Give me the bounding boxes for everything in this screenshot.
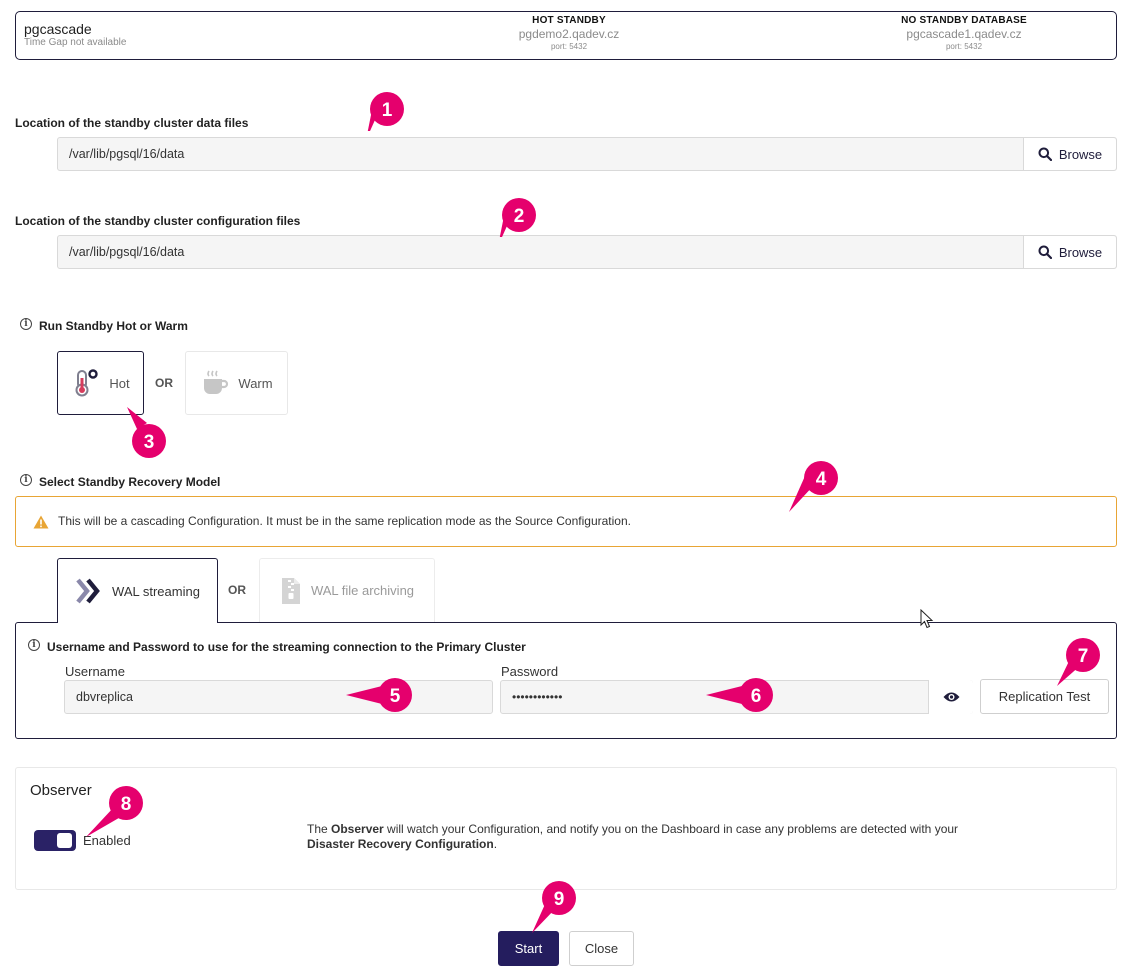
- close-button[interactable]: Close: [569, 931, 634, 966]
- annotation-marker: 4: [789, 461, 838, 512]
- marker-number: 7: [1078, 646, 1089, 667]
- annotation-marker: 1: [367, 92, 404, 131]
- search-icon: [1038, 147, 1052, 161]
- warm-option[interactable]: Warm: [185, 351, 288, 415]
- observer-description: The Observer will watch your Configurati…: [307, 822, 1097, 852]
- time-gap-text: Time Gap not available: [24, 37, 127, 48]
- hot-option-label: Hot: [109, 375, 130, 391]
- show-password-button[interactable]: [928, 680, 973, 714]
- marker-number: 5: [390, 686, 401, 707]
- double-chevron-right-icon: [76, 578, 100, 604]
- run-mode-label: Run Standby Hot or Warm: [39, 319, 188, 333]
- warning-icon: [33, 515, 49, 529]
- data-files-label: Location of the standby cluster data fil…: [15, 116, 249, 130]
- marker-number: 1: [382, 100, 393, 121]
- standby-port: port: 5432: [550, 42, 588, 51]
- marker-number: 6: [751, 686, 762, 707]
- toggle-knob: [57, 833, 72, 848]
- annotation-marker: 6: [706, 678, 773, 712]
- marker-number: 4: [816, 469, 827, 490]
- info-icon: i: [20, 318, 32, 330]
- standby-host: pgdemo2.qadev.cz: [518, 27, 620, 41]
- zip-file-icon: [281, 577, 300, 604]
- annotation-marker: 3: [127, 407, 166, 458]
- warm-option-label: Warm: [238, 375, 273, 391]
- standby-heading: HOT STANDBY: [532, 15, 606, 26]
- marker-number: 9: [554, 889, 565, 910]
- info-icon: i: [20, 474, 32, 486]
- target-port: port: 5432: [945, 42, 983, 51]
- or-label: OR: [228, 583, 246, 597]
- config-files-input[interactable]: /var/lib/pgsql/16/data: [58, 236, 1023, 268]
- marker-number: 2: [514, 206, 525, 227]
- eye-icon: [943, 692, 959, 702]
- coffee-cup-icon: [204, 370, 229, 394]
- config-files-input-group: /var/lib/pgsql/16/data Browse: [57, 235, 1117, 269]
- annotation-marker: 5: [346, 678, 412, 712]
- tab-wal-streaming-label: WAL streaming: [112, 583, 200, 599]
- search-icon: [1038, 245, 1052, 259]
- configuration-name: pgcascade: [24, 21, 92, 37]
- annotation-marker: 2: [499, 198, 536, 237]
- observer-desc-text: .: [493, 837, 498, 851]
- mouse-cursor-icon: [920, 609, 934, 629]
- data-files-input[interactable]: /var/lib/pgsql/16/data: [58, 138, 1023, 170]
- tab-wal-file-archiving-label: WAL file archiving: [310, 583, 415, 598]
- recovery-model-label: Select Standby Recovery Model: [39, 475, 221, 489]
- tab-wal-file-archiving[interactable]: WAL file archiving: [259, 558, 435, 622]
- browse-label: Browse: [1058, 146, 1103, 162]
- config-files-label: Location of the standby cluster configur…: [15, 214, 301, 228]
- or-label: OR: [155, 376, 173, 390]
- target-info: NO STANDBY DATABASE pgcascade1.qadev.cz …: [854, 15, 1074, 51]
- data-files-input-group: /var/lib/pgsql/16/data Browse: [57, 137, 1117, 171]
- start-button[interactable]: Start: [498, 931, 559, 966]
- thermometer-icon: [75, 369, 99, 397]
- username-label: Username: [65, 664, 125, 679]
- observer-toggle[interactable]: [34, 830, 76, 851]
- config-files-browse-button[interactable]: Browse: [1023, 236, 1116, 268]
- annotation-marker: 8: [86, 786, 143, 837]
- configuration-header: pgcascade Time Gap not available HOT STA…: [15, 11, 1117, 60]
- observer-title: Observer: [30, 782, 92, 799]
- browse-label: Browse: [1058, 244, 1103, 260]
- annotation-marker: 7: [1057, 638, 1100, 686]
- warning-alert: This will be a cascading Configuration. …: [15, 496, 1117, 547]
- observer-desc-bold: Disaster Recovery Configuration: [307, 837, 494, 851]
- tab-wal-streaming[interactable]: WAL streaming: [57, 558, 218, 623]
- observer-desc-text: will watch your Configuration, and notif…: [383, 822, 959, 836]
- observer-panel: Observer Enabled The Observer will watch…: [15, 767, 1117, 890]
- target-heading: NO STANDBY DATABASE: [901, 15, 1027, 26]
- observer-desc-bold: Observer: [331, 822, 384, 836]
- info-icon: i: [28, 639, 40, 651]
- target-host: pgcascade1.qadev.cz: [906, 27, 1022, 41]
- standby-info: HOT STANDBY pgdemo2.qadev.cz port: 5432: [459, 15, 679, 51]
- warning-text: This will be a cascading Configuration. …: [58, 514, 631, 528]
- password-label: Password: [501, 664, 559, 679]
- annotation-marker: 9: [532, 881, 576, 933]
- streaming-heading: Username and Password to use for the str…: [47, 640, 526, 654]
- marker-number: 3: [144, 432, 155, 453]
- username-input[interactable]: dbvreplica: [64, 680, 493, 714]
- marker-number: 8: [121, 794, 132, 815]
- observer-desc-text: The: [307, 822, 332, 836]
- data-files-browse-button[interactable]: Browse: [1023, 138, 1116, 170]
